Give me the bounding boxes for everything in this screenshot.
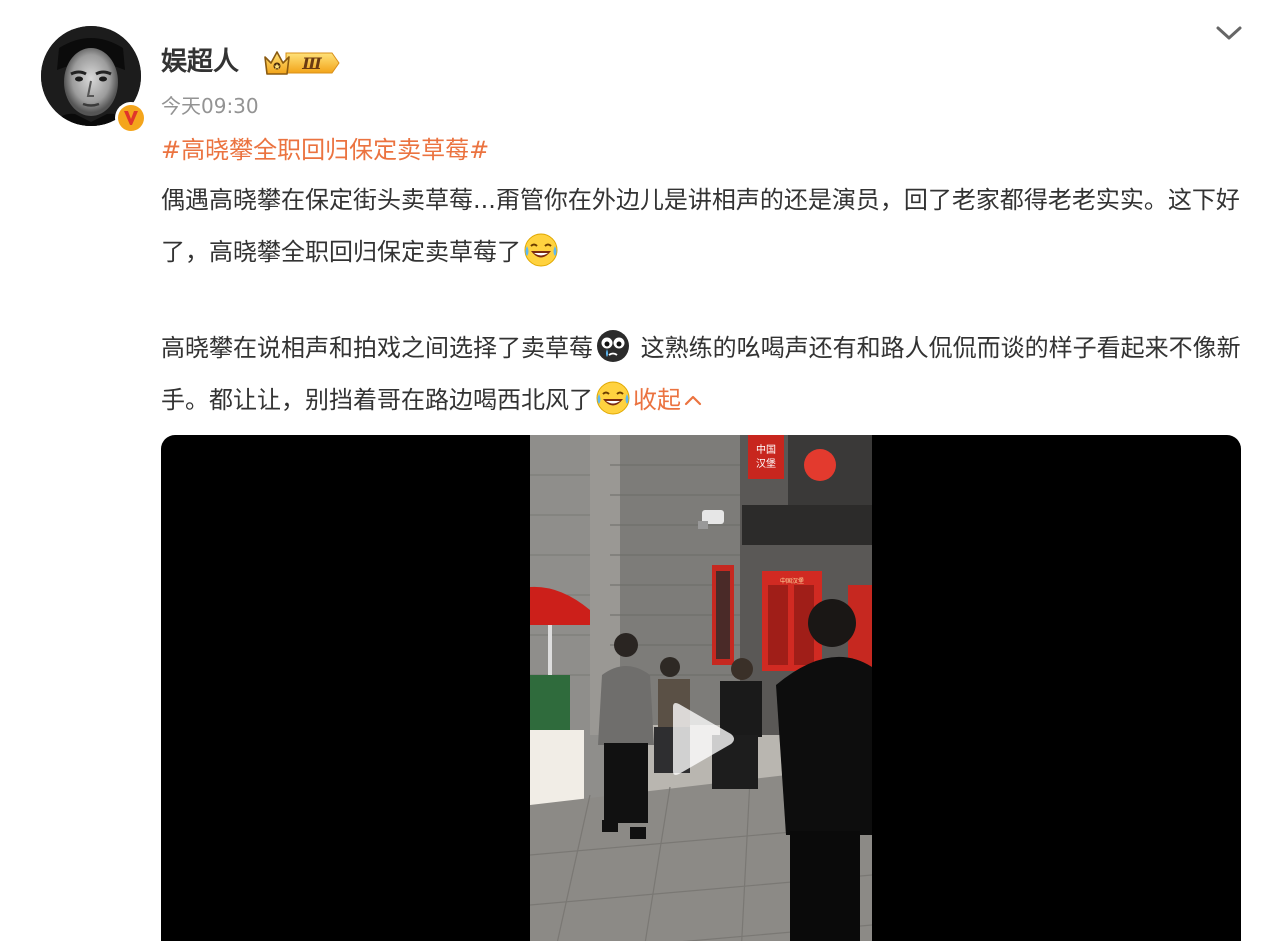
post-text-2a: 高晓攀在说相声和拍戏之间选择了卖草莓 bbox=[161, 334, 593, 362]
hashtag-link[interactable]: #高晓攀全职回归保定卖草莓# bbox=[161, 133, 489, 167]
chevron-down-icon[interactable] bbox=[1212, 18, 1246, 46]
svg-text:中国: 中国 bbox=[756, 443, 776, 456]
shop-sign: 中国汉堡 bbox=[780, 577, 804, 585]
post-text-paragraph-2: 高晓攀在说相声和拍戏之间选择了卖草莓 这熟练的吆喝声还有和路人侃侃而谈的样子看起… bbox=[161, 322, 1241, 426]
collapse-label: 收起 bbox=[633, 386, 681, 414]
video-frame: 中国 汉堡 中国汉堡 bbox=[530, 435, 872, 941]
laugh-cry-emoji bbox=[596, 381, 630, 415]
svg-text:汉堡: 汉堡 bbox=[756, 457, 776, 470]
post-text-1: 偶遇高晓攀在保定街头卖草莓...甭管你在外边儿是讲相声的还是演员，回了老家都得老… bbox=[161, 186, 1240, 266]
verified-v-icon bbox=[115, 102, 147, 134]
post-time: 今天09:30 bbox=[161, 94, 259, 118]
play-icon[interactable] bbox=[665, 701, 737, 777]
sad-face-emoji bbox=[597, 330, 629, 362]
chevron-up-icon bbox=[684, 395, 702, 406]
membership-level: Ⅲ bbox=[301, 54, 322, 73]
collapse-link[interactable]: 收起 bbox=[633, 386, 702, 414]
post-text-paragraph-1: 偶遇高晓攀在保定街头卖草莓...甭管你在外边儿是讲相声的还是演员，回了老家都得老… bbox=[161, 174, 1241, 278]
crown-icon[interactable]: Ⅲ bbox=[262, 47, 340, 79]
laugh-cry-emoji bbox=[524, 233, 558, 267]
video-player[interactable]: 中国 汉堡 中国汉堡 bbox=[161, 435, 1241, 941]
username[interactable]: 娱超人 bbox=[161, 44, 239, 80]
